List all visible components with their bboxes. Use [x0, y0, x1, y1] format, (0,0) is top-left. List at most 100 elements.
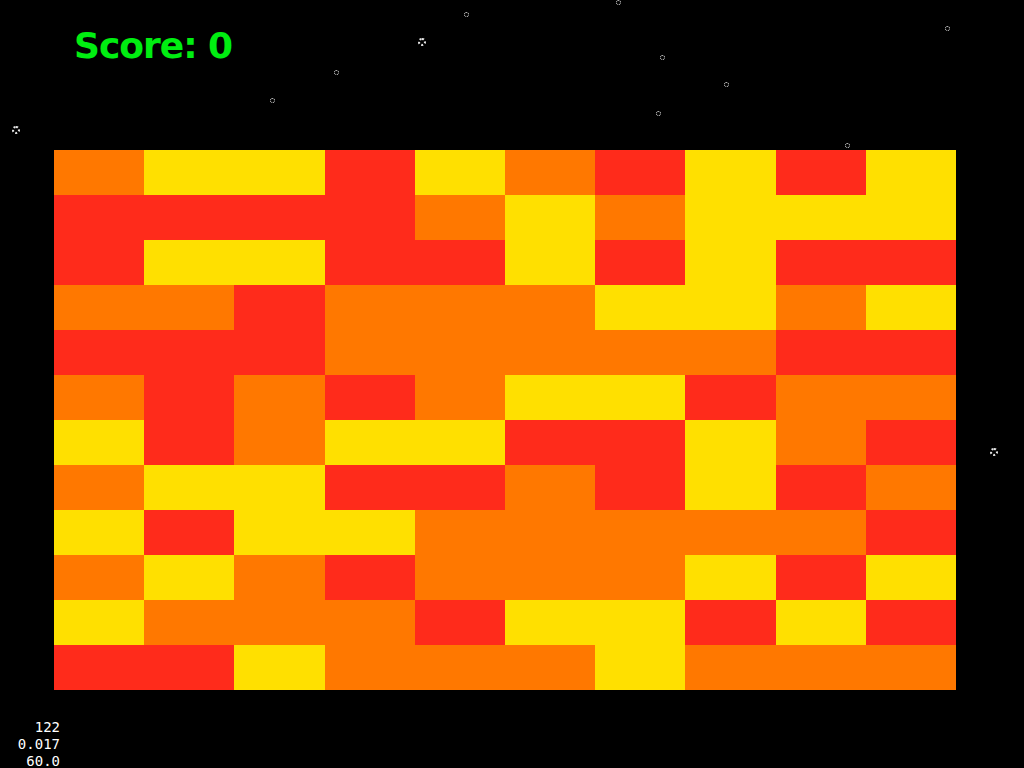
brick	[234, 150, 324, 195]
brick	[325, 465, 415, 510]
brick	[505, 330, 595, 375]
brick	[595, 555, 685, 600]
debug-line: 0.017	[1, 736, 60, 753]
brick	[685, 285, 775, 330]
star-icon	[724, 82, 729, 87]
brick	[776, 645, 866, 690]
brick	[595, 330, 685, 375]
brick	[776, 510, 866, 555]
brick	[415, 645, 505, 690]
star-icon	[945, 26, 950, 31]
brick	[234, 600, 324, 645]
brick	[234, 195, 324, 240]
brick	[325, 240, 415, 285]
brick	[144, 600, 234, 645]
brick	[866, 240, 956, 285]
brick	[415, 330, 505, 375]
brick	[54, 195, 144, 240]
brick	[234, 330, 324, 375]
brick	[325, 150, 415, 195]
brick	[144, 330, 234, 375]
brick	[595, 420, 685, 465]
brick	[505, 645, 595, 690]
star-icon	[656, 111, 661, 116]
brick	[415, 240, 505, 285]
brick	[415, 420, 505, 465]
brick	[595, 240, 685, 285]
score-label: Score: 0	[74, 24, 1024, 67]
star-icon	[12, 126, 20, 134]
brick	[54, 510, 144, 555]
brick	[866, 375, 956, 420]
brick	[776, 555, 866, 600]
brick	[685, 195, 775, 240]
brick	[866, 600, 956, 645]
star-icon	[616, 0, 621, 5]
brick	[54, 150, 144, 195]
brick	[595, 510, 685, 555]
brick	[144, 195, 234, 240]
brick	[325, 645, 415, 690]
brick	[866, 420, 956, 465]
brick	[325, 420, 415, 465]
brick	[234, 375, 324, 420]
brick	[234, 240, 324, 285]
brick	[776, 150, 866, 195]
brick	[415, 150, 505, 195]
star-icon	[464, 12, 469, 17]
brick	[54, 555, 144, 600]
brick	[866, 195, 956, 240]
brick	[866, 645, 956, 690]
brick	[415, 510, 505, 555]
brick	[866, 285, 956, 330]
brick	[595, 645, 685, 690]
brick	[234, 465, 324, 510]
brick	[685, 420, 775, 465]
brick	[776, 285, 866, 330]
brick	[866, 330, 956, 375]
brick	[505, 600, 595, 645]
brick	[234, 420, 324, 465]
star-icon	[418, 38, 426, 46]
brick	[325, 600, 415, 645]
brick	[776, 195, 866, 240]
brick	[685, 465, 775, 510]
star-icon	[845, 143, 850, 148]
brick	[415, 285, 505, 330]
game-canvas[interactable]: Score: 0 1220.01760.0	[0, 0, 1024, 768]
star-icon	[270, 98, 275, 103]
brick	[144, 465, 234, 510]
brick	[415, 375, 505, 420]
brick	[505, 465, 595, 510]
brick	[505, 195, 595, 240]
brick	[595, 285, 685, 330]
brick	[505, 510, 595, 555]
brick	[54, 600, 144, 645]
brick	[234, 555, 324, 600]
brick	[685, 555, 775, 600]
brick	[505, 240, 595, 285]
brick	[776, 240, 866, 285]
brick	[685, 510, 775, 555]
brick	[144, 375, 234, 420]
brick	[776, 375, 866, 420]
brick	[54, 240, 144, 285]
brick	[595, 375, 685, 420]
brick	[234, 510, 324, 555]
brick	[685, 600, 775, 645]
brick	[325, 330, 415, 375]
brick	[866, 150, 956, 195]
brick	[144, 240, 234, 285]
brick	[505, 420, 595, 465]
brick	[866, 555, 956, 600]
brick	[144, 555, 234, 600]
brick	[505, 375, 595, 420]
brick	[54, 465, 144, 510]
brick	[325, 195, 415, 240]
brick	[234, 285, 324, 330]
brick	[54, 375, 144, 420]
brick	[776, 465, 866, 510]
brick	[685, 645, 775, 690]
brick	[505, 555, 595, 600]
brick	[595, 150, 685, 195]
